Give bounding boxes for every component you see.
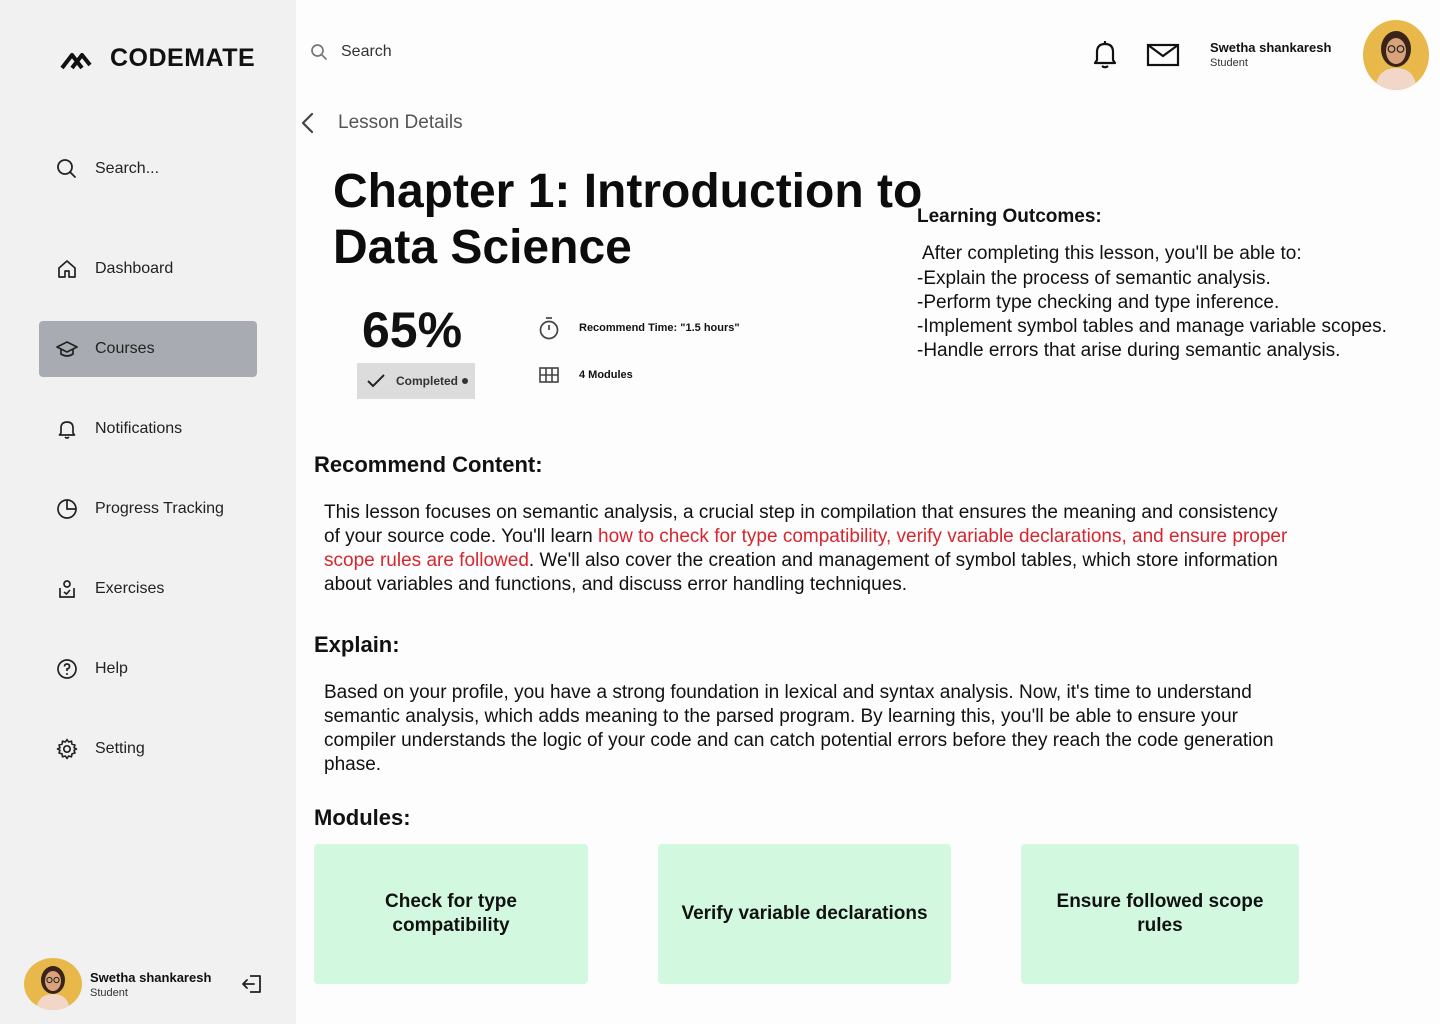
page-title: Lesson Details xyxy=(338,112,463,133)
sidebar-item-label: Notifications xyxy=(95,420,183,437)
sidebar-item-label: Setting xyxy=(95,740,145,757)
list-item: -Explain the process of semantic analysi… xyxy=(917,268,1271,289)
modules-count: 4 Modules xyxy=(538,366,633,384)
search-icon xyxy=(57,159,76,178)
check-icon xyxy=(367,374,385,388)
list-item: -Implement symbol tables and manage vari… xyxy=(917,316,1387,337)
graduation-cap-icon xyxy=(56,341,78,357)
sidebar-item-setting[interactable]: Setting xyxy=(39,721,257,777)
sidebar-user-role: Student xyxy=(90,986,128,999)
grid-icon xyxy=(539,367,559,383)
chevron-left-icon xyxy=(301,112,314,134)
avatar xyxy=(24,958,82,1010)
recommend-time-label: Recommend Time: "1.5 hours" xyxy=(579,322,740,334)
learning-outcomes-intro: After completing this lesson, you'll be … xyxy=(922,243,1302,264)
logout-icon xyxy=(242,975,261,993)
sidebar-search-label: Search... xyxy=(95,160,160,177)
recommend-heading: Recommend Content: xyxy=(314,452,543,477)
top-user-info[interactable]: Swetha shankaresh Student xyxy=(1210,40,1331,69)
sidebar-item-dashboard[interactable]: Dashboard xyxy=(39,241,257,297)
module-card[interactable]: Check for type compatibility xyxy=(314,844,588,984)
avatar[interactable] xyxy=(1363,20,1429,90)
sidebar-user[interactable]: Swetha shankaresh Student xyxy=(24,958,211,1010)
notifications-button[interactable] xyxy=(1092,40,1118,75)
brand-name: CODEMATE xyxy=(110,44,256,72)
recommend-text: This lesson focuses on semantic analysis… xyxy=(324,501,1292,597)
sidebar-item-progress-tracking[interactable]: Progress Tracking xyxy=(39,481,257,537)
top-search-label: Search xyxy=(341,43,392,60)
lesson-title: Chapter 1: Introduction to Data Science xyxy=(333,165,923,274)
list-item: -Perform type checking and type inferenc… xyxy=(917,292,1280,313)
status-dot xyxy=(462,378,469,384)
top-search[interactable]: Search xyxy=(310,43,392,61)
sidebar-item-label: Exercises xyxy=(95,580,165,597)
module-card[interactable]: Ensure followed scope rules xyxy=(1021,844,1299,984)
explain-heading: Explain: xyxy=(314,632,400,657)
top-user-role: Student xyxy=(1210,57,1248,69)
sidebar-item-label: Dashboard xyxy=(95,260,174,277)
sidebar-item-label: Courses xyxy=(95,340,155,357)
sidebar-search[interactable]: Search... xyxy=(39,141,257,197)
pie-chart-icon xyxy=(57,499,77,519)
status-label: Completed xyxy=(396,374,459,388)
module-card[interactable]: Verify variable declarations xyxy=(658,844,951,984)
sidebar-item-notifications[interactable]: Notifications xyxy=(39,401,257,457)
learning-outcomes-list: -Explain the process of semantic analysi… xyxy=(917,267,1417,363)
list-item: -Handle errors that arise during semanti… xyxy=(917,340,1341,361)
top-user-name: Swetha shankaresh xyxy=(1210,40,1332,55)
sidebar: CODEMATE Search... Dashboard Courses Not… xyxy=(0,0,296,1024)
bell-icon xyxy=(58,421,76,439)
timer-icon xyxy=(539,317,559,340)
explain-text: Based on your profile, you have a strong… xyxy=(324,682,1274,775)
search-icon xyxy=(311,44,327,60)
bell-icon xyxy=(1093,41,1117,69)
sidebar-item-exercises[interactable]: Exercises xyxy=(39,561,257,617)
sidebar-item-label: Help xyxy=(95,660,128,677)
mail-icon xyxy=(1146,43,1180,67)
status-badge: Completed xyxy=(357,363,475,399)
sidebar-item-help[interactable]: Help xyxy=(39,641,257,697)
progress-percent: 65% xyxy=(362,302,463,358)
gear-icon xyxy=(56,738,78,760)
exercise-icon xyxy=(59,580,75,598)
messages-button[interactable] xyxy=(1146,42,1180,73)
recommend-time: Recommend Time: "1.5 hours" xyxy=(538,316,740,340)
logout-button[interactable] xyxy=(240,972,264,1001)
home-icon xyxy=(58,260,76,278)
logo-icon xyxy=(60,52,92,69)
learning-outcomes-heading: Learning Outcomes: xyxy=(917,206,1102,227)
help-icon xyxy=(57,659,77,679)
modules-count-label: 4 Modules xyxy=(579,369,633,381)
sidebar-item-courses[interactable]: Courses xyxy=(39,321,257,377)
brand-logo[interactable]: CODEMATE xyxy=(60,44,255,73)
sidebar-item-label: Progress Tracking xyxy=(95,500,224,517)
sidebar-user-name: Swetha shankaresh xyxy=(90,969,212,985)
back-button[interactable]: Lesson Details xyxy=(300,111,463,135)
modules-heading: Modules: xyxy=(314,805,411,830)
